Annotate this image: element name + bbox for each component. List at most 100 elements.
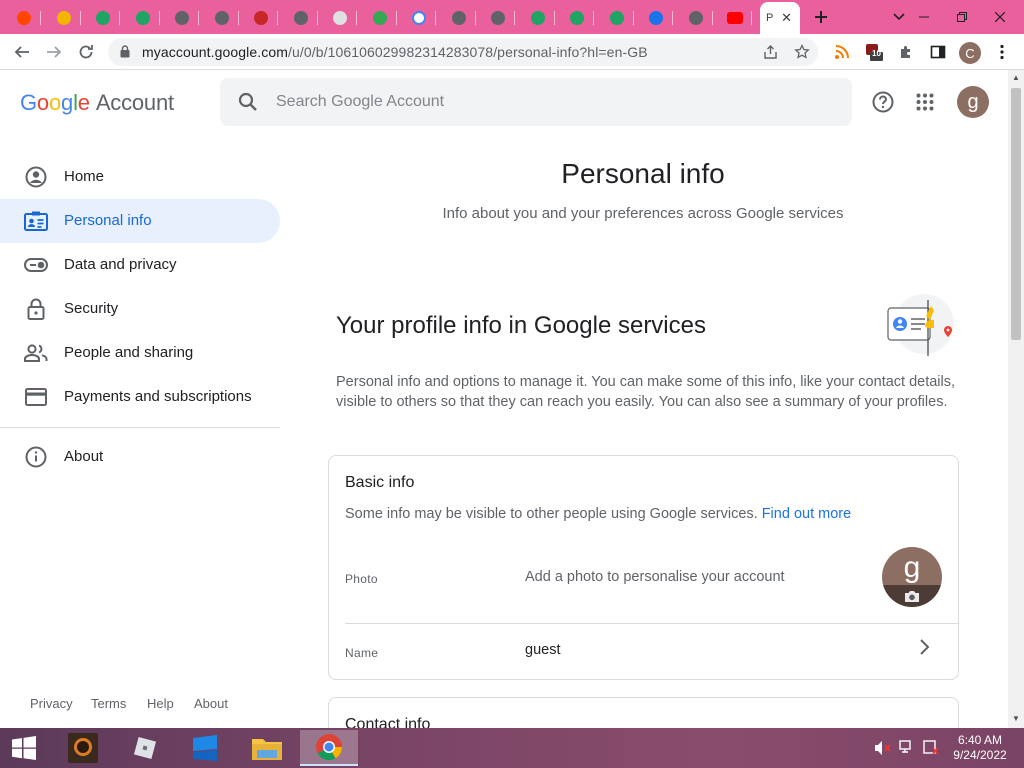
sidebar-item-label: Security [64, 300, 119, 317]
profile-photo-avatar[interactable]: g [882, 547, 942, 607]
browser-tab[interactable] [285, 6, 318, 30]
taskbar-file-explorer[interactable] [238, 730, 296, 766]
browser-tab[interactable] [48, 6, 81, 30]
footer-link-help[interactable]: Help [147, 696, 174, 711]
browser-tab[interactable] [719, 6, 752, 30]
footer-link-terms[interactable]: Terms [91, 696, 126, 711]
browser-tab[interactable] [8, 6, 41, 30]
browser-tab[interactable] [127, 6, 160, 30]
network-icon[interactable] [898, 740, 916, 756]
system-clock[interactable]: 6:40 AM 9/24/2022 [948, 733, 1012, 763]
browser-tab[interactable] [443, 6, 476, 30]
rss-extension-icon[interactable] [832, 42, 852, 62]
sidebar-item-home[interactable]: Home [0, 155, 280, 199]
taskbar-app-roblox[interactable] [116, 730, 174, 766]
tab-separator [79, 11, 81, 25]
close-window-button[interactable] [980, 4, 1020, 30]
browser-tab[interactable] [245, 6, 278, 30]
volume-muted-icon[interactable] [874, 740, 892, 756]
page-subtitle: Info about you and your preferences acro… [442, 205, 844, 222]
account-avatar[interactable]: g [957, 86, 989, 118]
taskbar-chrome[interactable] [300, 730, 358, 766]
blue-app-icon [193, 735, 217, 761]
scroll-down-arrow-icon[interactable]: ▼ [1012, 714, 1020, 723]
minimize-button[interactable] [904, 4, 944, 30]
browser-tab-strip: P ✕ [0, 0, 1024, 34]
tab-separator [119, 11, 120, 25]
drive-icon [570, 11, 584, 25]
browser-tab[interactable] [522, 6, 555, 30]
globe-icon [293, 11, 308, 25]
tab-separator [40, 11, 41, 25]
side-panel-icon[interactable] [928, 42, 948, 62]
browser-tab[interactable] [640, 6, 673, 30]
plus-icon [815, 11, 827, 23]
google-account-logo[interactable]: Google Account [20, 90, 174, 116]
chrome-menu-icon[interactable] [992, 42, 1012, 62]
reload-button[interactable] [72, 38, 100, 66]
logo-letter: e [77, 90, 90, 115]
browser-tab[interactable] [403, 6, 436, 30]
sidebar-item-people-and-sharing[interactable]: People and sharing [0, 331, 280, 375]
share-icon[interactable] [760, 42, 780, 62]
browser-tab[interactable] [166, 6, 199, 30]
name-row[interactable]: Name guest [329, 624, 958, 680]
sidebar-item-data-and-privacy[interactable]: Data and privacy [0, 243, 280, 287]
scroll-thumb[interactable] [1011, 88, 1021, 340]
sidebar-item-label: Home [64, 168, 105, 185]
close-tab-icon[interactable]: ✕ [781, 10, 792, 26]
address-bar[interactable]: myaccount.google.com/u/0/b/1061060299823… [108, 38, 818, 66]
page-scrollbar[interactable]: ▲ ▼ [1008, 70, 1024, 728]
extension-badge-icon[interactable]: 10 [864, 42, 884, 62]
extension-badge-count: 10 [872, 49, 881, 58]
browser-tab[interactable] [364, 6, 397, 30]
browser-tab[interactable] [680, 6, 713, 30]
new-tab-button[interactable] [806, 4, 836, 30]
restore-button[interactable] [944, 4, 980, 30]
browser-tab[interactable] [206, 6, 239, 30]
footer-link-about[interactable]: About [194, 696, 228, 711]
forward-button[interactable] [40, 38, 68, 66]
sidebar-item-personal-info[interactable]: Personal info [0, 199, 280, 243]
tab-separator [395, 11, 397, 25]
taskbar-app-blue[interactable] [176, 730, 234, 766]
logo-suffix: Account [95, 90, 174, 115]
browser-tab[interactable] [482, 6, 515, 30]
sidebar-item-about[interactable]: About [0, 435, 280, 479]
account-circle-icon [24, 165, 48, 189]
basic-info-desc-text: Some info may be visible to other people… [345, 506, 758, 522]
browser-tab[interactable] [87, 6, 120, 30]
sidebar-item-payments-and-subscriptions[interactable]: Payments and subscriptions [0, 375, 280, 419]
browser-tab[interactable] [324, 6, 357, 30]
contact-info-title: Contact info [345, 716, 431, 728]
search-input[interactable] [276, 86, 836, 118]
tab-separator [711, 11, 713, 25]
bookmark-star-icon[interactable] [792, 42, 812, 62]
back-button[interactable] [8, 38, 36, 66]
profile-illustration-icon [887, 294, 954, 356]
chrome-profile-avatar[interactable]: C [959, 42, 981, 64]
browser-tab[interactable] [561, 6, 594, 30]
account-avatar-initial: g [967, 90, 979, 113]
help-icon[interactable] [871, 90, 895, 114]
browser-tab[interactable] [601, 6, 634, 30]
footer-link-privacy[interactable]: Privacy [30, 696, 73, 711]
find-out-more-link[interactable]: Find out more [762, 506, 851, 522]
close-icon [995, 12, 1005, 22]
search-box[interactable] [220, 78, 852, 126]
photo-row[interactable]: Photo Add a photo to personalise your ac… [329, 540, 958, 622]
puzzle-extensions-icon[interactable] [896, 42, 916, 62]
scroll-up-arrow-icon[interactable]: ▲ [1012, 73, 1020, 82]
id-card-icon [24, 209, 48, 233]
reddit-icon [17, 11, 31, 25]
start-button[interactable] [0, 730, 48, 766]
logo-letter: o [36, 90, 49, 115]
sidebar-item-security[interactable]: Security [0, 287, 280, 331]
url-path: /u/0/b/106106029982314283078/personal-in… [287, 44, 648, 60]
apps-grid-icon[interactable] [913, 90, 937, 114]
action-center-icon[interactable] [922, 740, 940, 756]
taskbar-app-dark[interactable] [54, 730, 112, 766]
tab-personal-info-active[interactable]: P ✕ [760, 2, 800, 34]
search-icon[interactable] [238, 92, 258, 112]
sidebar-item-label: Data and privacy [64, 256, 177, 273]
